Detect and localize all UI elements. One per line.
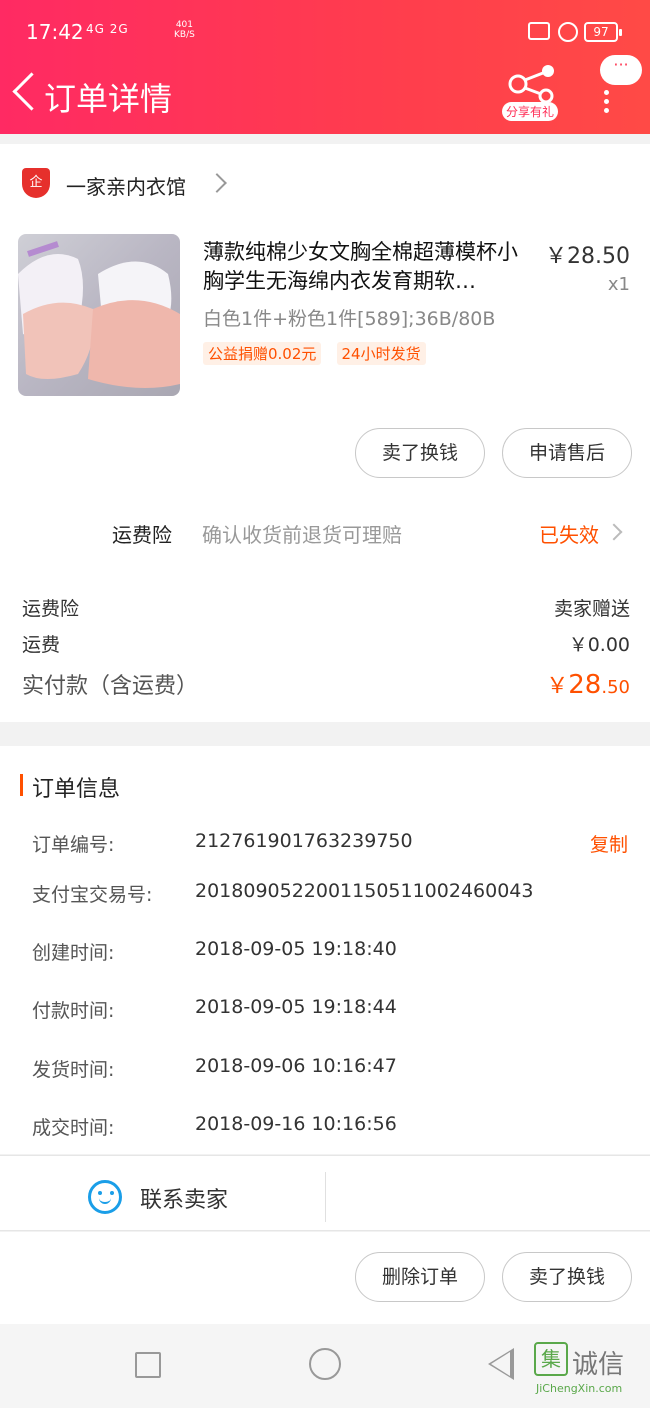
insurance-label: 运费险 bbox=[112, 523, 172, 547]
alarm-icon bbox=[558, 22, 578, 42]
fee-label: 运费 bbox=[22, 634, 61, 656]
product-tags: 公益捐赠0.02元 24小时发货 bbox=[203, 342, 436, 365]
speed-unit: KB/S bbox=[174, 30, 195, 40]
signal-icon: 4G 2G bbox=[86, 22, 129, 36]
fee-value: 卖家赠送 bbox=[553, 598, 630, 620]
chevron-right-icon bbox=[207, 173, 227, 193]
battery-icon: 97 bbox=[584, 22, 622, 42]
info-value: 2018-09-16 10:16:56 bbox=[195, 1113, 397, 1135]
info-key: 订单编号: bbox=[32, 834, 115, 856]
header-bar: 17:42 4G 2G 401 KB/S 97 订单详情 分享有礼 ··· bbox=[0, 0, 650, 134]
back-button[interactable] bbox=[10, 70, 40, 116]
network-speed: 401 KB/S bbox=[174, 20, 195, 40]
chevron-right-icon bbox=[605, 523, 623, 541]
product-price: ￥28.50 bbox=[545, 244, 630, 269]
share-button[interactable]: 分享有礼 bbox=[500, 62, 566, 124]
info-key: 发货时间: bbox=[32, 1059, 115, 1081]
total-label: 实付款（含运费） bbox=[22, 674, 199, 699]
sell-for-cash-button[interactable]: 卖了换钱 bbox=[355, 428, 485, 478]
watermark-box: 集 bbox=[534, 1342, 568, 1376]
info-key: 支付宝交易号: bbox=[32, 884, 153, 906]
fee-value: ￥0.00 bbox=[568, 634, 630, 656]
tag-shipping: 24小时发货 bbox=[336, 342, 426, 365]
shop-badge-icon: 企 bbox=[22, 168, 50, 198]
total-int: 28 bbox=[568, 670, 602, 700]
bra-illustration bbox=[18, 241, 180, 388]
home-icon[interactable] bbox=[309, 1348, 341, 1380]
info-value: 2018090522001150511002460043 bbox=[195, 880, 534, 902]
bottom-action-bar: 删除订单 卖了换钱 bbox=[0, 1232, 650, 1324]
info-key: 成交时间: bbox=[32, 1117, 115, 1139]
info-value: 2018-09-05 19:18:44 bbox=[195, 996, 397, 1018]
watermark-sub: JiChengXin.com bbox=[536, 1382, 623, 1395]
order-info-card: 订单信息 复制 订单编号: 212761901763239750 支付宝交易号:… bbox=[0, 746, 650, 1154]
fee-label: 运费险 bbox=[22, 598, 80, 620]
system-nav-bar: 集 诚信 JiChengXin.com bbox=[0, 1324, 650, 1408]
product-image[interactable] bbox=[18, 234, 180, 396]
product-title[interactable]: 薄款纯棉少女文胸全棉超薄模杯小胸学生无海绵内衣发育期软… bbox=[203, 238, 525, 296]
total-dec: .50 bbox=[601, 677, 630, 698]
vibrate-icon bbox=[528, 22, 550, 40]
info-value: 2018-09-05 19:18:40 bbox=[195, 938, 397, 960]
divider bbox=[325, 1172, 326, 1222]
product-quantity: x1 bbox=[607, 274, 630, 295]
speed-value: 401 bbox=[175, 20, 193, 30]
page-title: 订单详情 bbox=[44, 80, 173, 118]
sell-for-cash-button[interactable]: 卖了换钱 bbox=[502, 1252, 632, 1302]
back-triangle-icon[interactable] bbox=[488, 1348, 514, 1380]
chat-face-icon[interactable] bbox=[88, 1180, 122, 1214]
tag-charity: 公益捐赠0.02元 bbox=[203, 342, 322, 365]
contact-bar: 联系卖家 bbox=[0, 1155, 650, 1231]
fee-row-insurance: 运费险 卖家赠送 bbox=[22, 594, 630, 621]
copy-button[interactable]: 复制 bbox=[590, 830, 628, 857]
recent-apps-icon[interactable] bbox=[135, 1352, 161, 1378]
info-key: 创建时间: bbox=[32, 942, 115, 964]
more-menu-icon[interactable] bbox=[600, 86, 612, 122]
total-amount: ￥28.50 bbox=[546, 668, 630, 700]
message-bubble-button[interactable]: ··· bbox=[600, 55, 642, 85]
share-icon bbox=[508, 65, 554, 102]
status-time: 17:42 bbox=[26, 20, 84, 44]
total-currency: ￥ bbox=[546, 674, 569, 699]
shipping-insurance-row[interactable]: 运费险 确认收货前退货可理赔 已失效 bbox=[0, 504, 650, 564]
watermark-text: 诚信 bbox=[572, 1350, 625, 1380]
info-value: 212761901763239750 bbox=[195, 830, 413, 852]
contact-seller-button[interactable]: 联系卖家 bbox=[140, 1182, 228, 1214]
after-sales-button[interactable]: 申请售后 bbox=[502, 428, 632, 478]
order-item-card: 企 一家亲内衣馆 薄款纯棉少女文胸全棉超薄模杯小胸学生无海绵内衣发育期软… ￥2… bbox=[0, 144, 650, 722]
section-accent-bar bbox=[20, 774, 23, 796]
product-spec: 白色1件+粉色1件[589];36B/80B bbox=[203, 308, 496, 330]
fee-row-shipping: 运费 ￥0.00 bbox=[22, 630, 630, 657]
shop-name: 一家亲内衣馆 bbox=[66, 175, 186, 199]
info-key: 付款时间: bbox=[32, 1000, 115, 1022]
watermark-logo: 集 诚信 JiChengXin.com bbox=[534, 1342, 644, 1402]
info-value: 2018-09-06 10:16:47 bbox=[195, 1055, 397, 1077]
fee-row-total: 实付款（含运费） ￥28.50 bbox=[22, 668, 630, 700]
share-label: 分享有礼 bbox=[502, 102, 559, 121]
insurance-desc: 确认收货前退货可理赔 bbox=[202, 523, 402, 547]
status-bar: 17:42 4G 2G 401 KB/S 97 bbox=[0, 0, 650, 66]
insurance-status: 已失效 bbox=[539, 523, 599, 547]
delete-order-button[interactable]: 删除订单 bbox=[355, 1252, 485, 1302]
order-info-title: 订单信息 bbox=[32, 777, 121, 802]
shop-row[interactable]: 企 一家亲内衣馆 bbox=[0, 144, 650, 224]
